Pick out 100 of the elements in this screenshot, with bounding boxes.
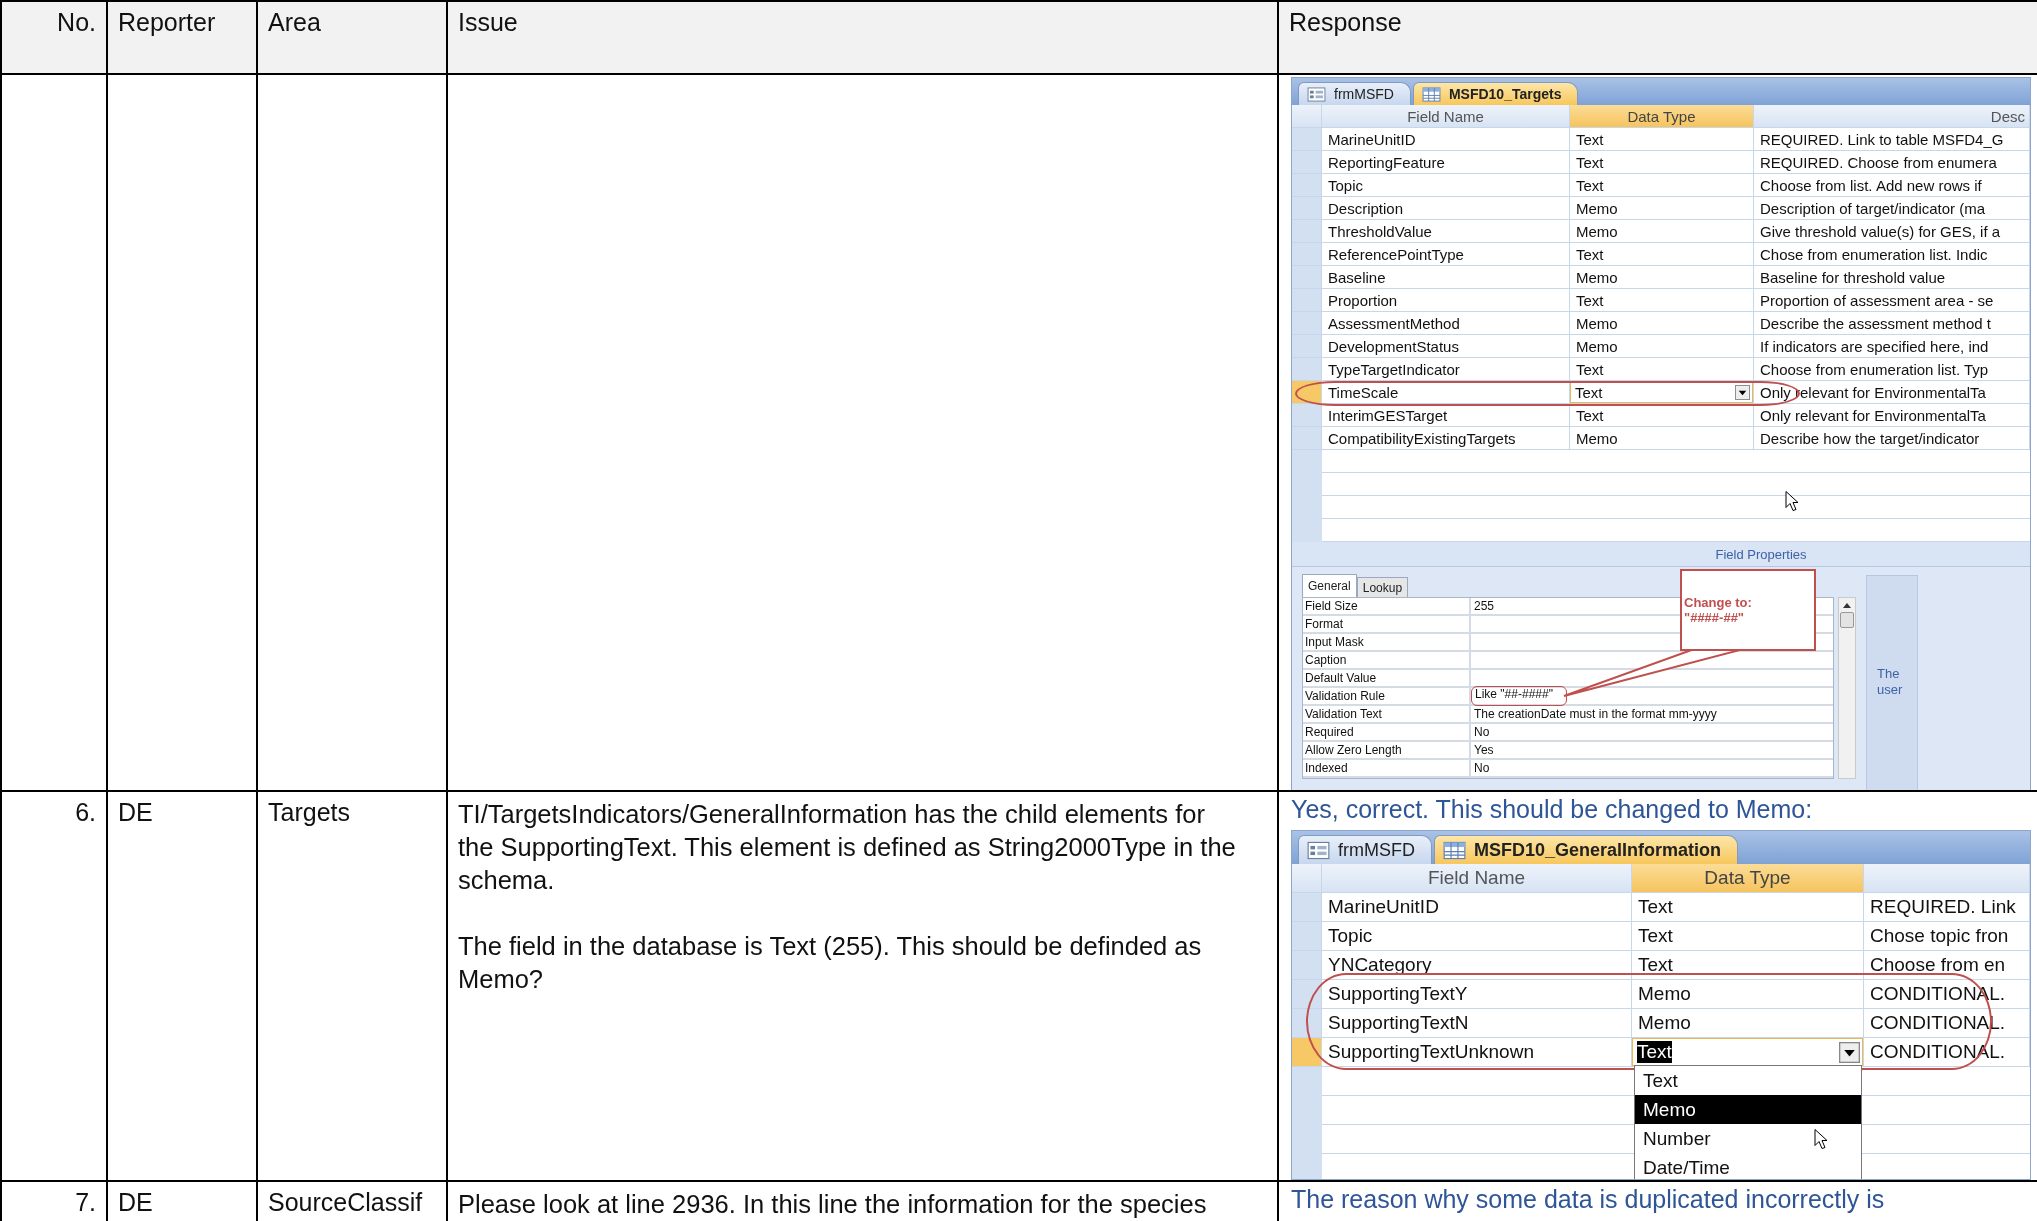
form-icon (1307, 86, 1326, 102)
table-cell: Chose topic fron (1864, 922, 2030, 951)
property-label: Validation Text (1303, 706, 1471, 722)
section-title: Field Properties (1292, 542, 2030, 567)
response-text: The reason why some data is duplicated incorrectly is (1291, 1184, 1886, 1214)
table-cell: SupportingTextN (1322, 1009, 1632, 1038)
row-selector[interactable] (1292, 1009, 1322, 1038)
document-tab[interactable]: MSFD10_GeneralInformation (1434, 835, 1739, 864)
table-cell: ReferencePointType (1322, 243, 1570, 266)
table-cell: Text (1632, 951, 1864, 980)
column-header: Area (268, 8, 322, 37)
column-header: Data Type (1632, 864, 1864, 893)
table-cell: Memo (1570, 266, 1754, 289)
table-cell: Text (1570, 289, 1754, 312)
table-cell-text: 7. (74, 1188, 96, 1217)
table-cell: Memo (1632, 980, 1864, 1009)
table-cell: Description (1322, 197, 1570, 220)
table-cell: SupportingTextY (1322, 980, 1632, 1009)
table-cell: Memo (1570, 197, 1754, 220)
property-value[interactable]: No (1471, 724, 1493, 740)
table-cell: Text (1632, 893, 1864, 922)
table-cell: TypeTargetIndicator (1322, 358, 1570, 381)
document-tab[interactable]: frmMSFD (1298, 835, 1432, 864)
column-header: No. (56, 8, 96, 37)
property-value[interactable]: No (1471, 760, 1493, 776)
issue-text: The field in the database is Text (255). This should be definded as Memo? (458, 931, 1203, 995)
property-value[interactable]: 255 (1471, 598, 1498, 614)
data-type-dropdown[interactable]: Text (1632, 1038, 1863, 1066)
property-label: Caption (1303, 652, 1471, 668)
table-cell-text: DE (118, 1188, 154, 1217)
table-cell-text: SourceClassif (268, 1188, 424, 1217)
scroll-up-icon[interactable] (1842, 601, 1852, 609)
dropdown-option[interactable]: Number (1635, 1124, 1861, 1153)
table-cell-text: Targets (268, 798, 351, 827)
property-label: Allow Zero Length (1303, 742, 1471, 758)
property-label: Format (1303, 616, 1471, 632)
dropdown-option[interactable]: Memo (1635, 1095, 1861, 1124)
table-cell: InterimGESTarget (1322, 404, 1570, 427)
row-selector[interactable] (1292, 381, 1322, 404)
property-label: Indexed (1303, 760, 1471, 776)
table-cell: REQUIRED. Choose from enumera (1754, 151, 2030, 174)
column-header: Field Name (1322, 864, 1632, 893)
property-tab[interactable]: General (1302, 574, 1357, 597)
table-cell: MarineUnitID (1322, 893, 1632, 922)
table-cell: Text (1632, 922, 1864, 951)
table-cell: Only relevant for EnvironmentalTa (1754, 404, 2030, 427)
data-type-dropdown[interactable]: Text (1570, 381, 1753, 403)
table-cell: ThresholdValue (1322, 220, 1570, 243)
document-tab[interactable]: frmMSFD (1298, 82, 1411, 105)
table-cell: REQUIRED. Link (1864, 893, 2030, 922)
callout-box: Change to: "####-##" (1680, 569, 1816, 651)
dropdown-option[interactable]: Date/Time (1635, 1153, 1861, 1179)
table-cell: AssessmentMethod (1322, 312, 1570, 335)
table-cell-text: 6. (74, 798, 96, 827)
row-selector[interactable] (1292, 1038, 1322, 1067)
table-cell: DevelopmentStatus (1322, 335, 1570, 358)
table-cell: Memo (1570, 220, 1754, 243)
column-header: Desc (1754, 105, 2030, 128)
help-text: The user (1866, 575, 1918, 790)
row-selector[interactable] (1292, 980, 1322, 1009)
property-value[interactable]: Like "##-####" (1471, 686, 1567, 706)
column-header: Data Type (1570, 105, 1754, 128)
table-cell: Text (1570, 358, 1754, 381)
table-cell: Proportion of assessment area - se (1754, 289, 2030, 312)
table-cell: ReportingFeature (1322, 151, 1570, 174)
property-label: Input Mask (1303, 634, 1471, 650)
document-tab[interactable]: MSFD10_Targets (1412, 82, 1579, 105)
table-cell: Description of target/indicator (ma (1754, 197, 2030, 220)
table-cell: REQUIRED. Link to table MSFD4_G (1754, 128, 2030, 151)
table-cell-text: DE (118, 798, 154, 827)
table-cell: Text (1570, 151, 1754, 174)
mouse-pointer-icon (1814, 1128, 1828, 1150)
scrollbar[interactable] (1838, 597, 1856, 779)
property-label: Field Size (1303, 598, 1471, 614)
table-cell: Topic (1322, 174, 1570, 197)
table-cell: Baseline (1322, 266, 1570, 289)
response-text: Yes, correct. This should be changed to Memo: (1291, 794, 1814, 824)
form-icon (1307, 840, 1330, 860)
column-header: Field Name (1322, 105, 1570, 128)
column-header: Response (1289, 8, 1403, 37)
property-label: Default Value (1303, 670, 1471, 686)
property-value[interactable]: Yes (1471, 742, 1497, 758)
table-cell: YNCategory (1322, 951, 1632, 980)
table-cell: If indicators are specified here, ind (1754, 335, 2030, 358)
column-header: Reporter (118, 8, 217, 37)
table-cell: TimeScale (1322, 381, 1570, 404)
table-cell: Chose from enumeration list. Indic (1754, 243, 2030, 266)
table-cell: Proportion (1322, 289, 1570, 312)
scroll-thumb[interactable] (1840, 612, 1854, 628)
property-value[interactable]: The creationDate must in the format mm-yyyy (1471, 706, 1720, 722)
corner-cell (1292, 105, 1322, 128)
dropdown-option[interactable]: Text (1635, 1066, 1861, 1095)
corner-cell (1292, 864, 1322, 893)
table-icon (1443, 840, 1466, 860)
property-label: Validation Rule (1303, 688, 1471, 704)
property-tab[interactable]: Lookup (1356, 577, 1409, 597)
table-cell: Baseline for threshold value (1754, 266, 2030, 289)
mouse-pointer-icon (1785, 490, 1799, 512)
table-cell: Choose from enumeration list. Typ (1754, 358, 2030, 381)
table-icon (1421, 86, 1441, 102)
